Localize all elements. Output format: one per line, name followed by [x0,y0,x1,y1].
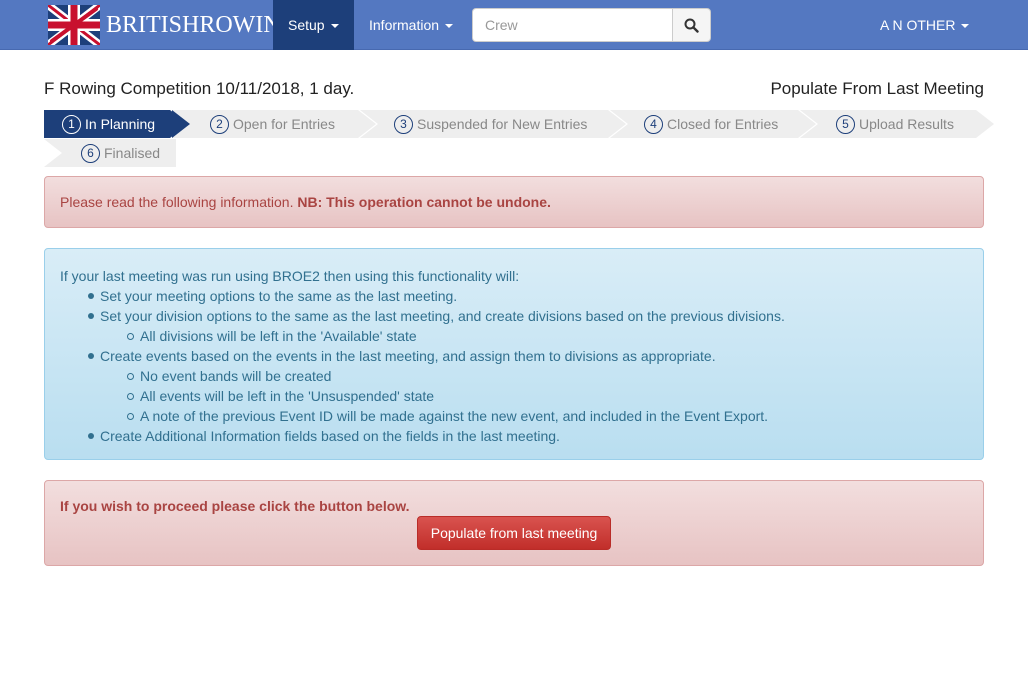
user-menu-dropdown[interactable]: A N OTHER [866,0,983,50]
step-label: Finalised [104,145,161,161]
nav-information-dropdown[interactable]: Information [354,0,468,50]
warning-bold-text: NB: This operation cannot be undone. [297,194,551,210]
list-item: Create Additional Information fields bas… [60,426,968,446]
step-number: 1 [62,115,81,134]
proceed-alert: If you wish to proceed please click the … [44,480,984,566]
list-subitem: A note of the previous Event ID will be … [60,406,968,426]
step-upload-results[interactable]: 5 Upload Results [800,110,994,138]
proceed-text: If you wish to proceed please click the … [60,498,410,514]
list-item: Create events based on the events in the… [60,346,968,366]
page-title: F Rowing Competition 10/11/2018, 1 day. [44,79,355,98]
list-subitem: All events will be left in the 'Unsuspen… [60,386,968,406]
step-number: 2 [210,115,229,134]
list-item: Set your division options to the same as… [60,306,968,326]
step-label: In Planning [85,116,156,132]
union-flag-icon [48,5,100,45]
step-closed-for-entries[interactable]: 4 Closed for Entries [610,110,816,138]
info-intro: If your last meeting was run using BROE2… [60,268,520,284]
step-open-for-entries[interactable]: 2 Open for Entries [172,110,376,138]
info-list: Set your meeting options to the same as … [60,286,968,446]
step-label: Upload Results [859,116,954,132]
user-name: A N OTHER [880,17,956,33]
step-label: Closed for Entries [667,116,779,132]
nav-information-label: Information [369,17,440,33]
caret-down-icon [330,24,339,29]
caret-down-icon [961,24,970,29]
search-icon [684,18,699,33]
list-item: Set your meeting options to the same as … [60,286,968,306]
step-label: Open for Entries [233,116,335,132]
warning-alert: Please read the following information. N… [44,176,984,228]
step-label: Suspended for New Entries [417,116,588,132]
search-input[interactable] [472,8,672,42]
brand-text: BRITISHROWING [106,12,298,38]
info-alert: If your last meeting was run using BROE2… [44,248,984,460]
caret-down-icon [445,24,454,29]
step-number: 3 [394,115,413,134]
step-number: 6 [81,144,100,163]
list-subitem: All divisions will be left in the 'Avail… [60,326,968,346]
step-number: 4 [644,115,663,134]
nav-setup-dropdown[interactable]: Setup [273,0,354,50]
step-in-planning[interactable]: 1 In Planning [44,110,188,138]
search-group [472,8,711,42]
populate-from-last-meeting-button[interactable]: Populate from last meeting [417,516,611,550]
step-finalised[interactable]: 6 Finalised [44,139,176,167]
search-button[interactable] [672,8,711,42]
step-number: 5 [836,115,855,134]
brand-logo[interactable]: BRITISHROWING [48,4,298,46]
top-navbar: BRITISHROWING Setup Information A N OTHE… [0,0,1028,50]
list-subitem: No event bands will be created [60,366,968,386]
warning-text: Please read the following information. [60,194,298,210]
step-suspended-for-new-entries[interactable]: 3 Suspended for New Entries [360,110,626,138]
nav-setup-label: Setup [288,17,325,33]
page-action-title: Populate From Last Meeting [770,79,984,98]
